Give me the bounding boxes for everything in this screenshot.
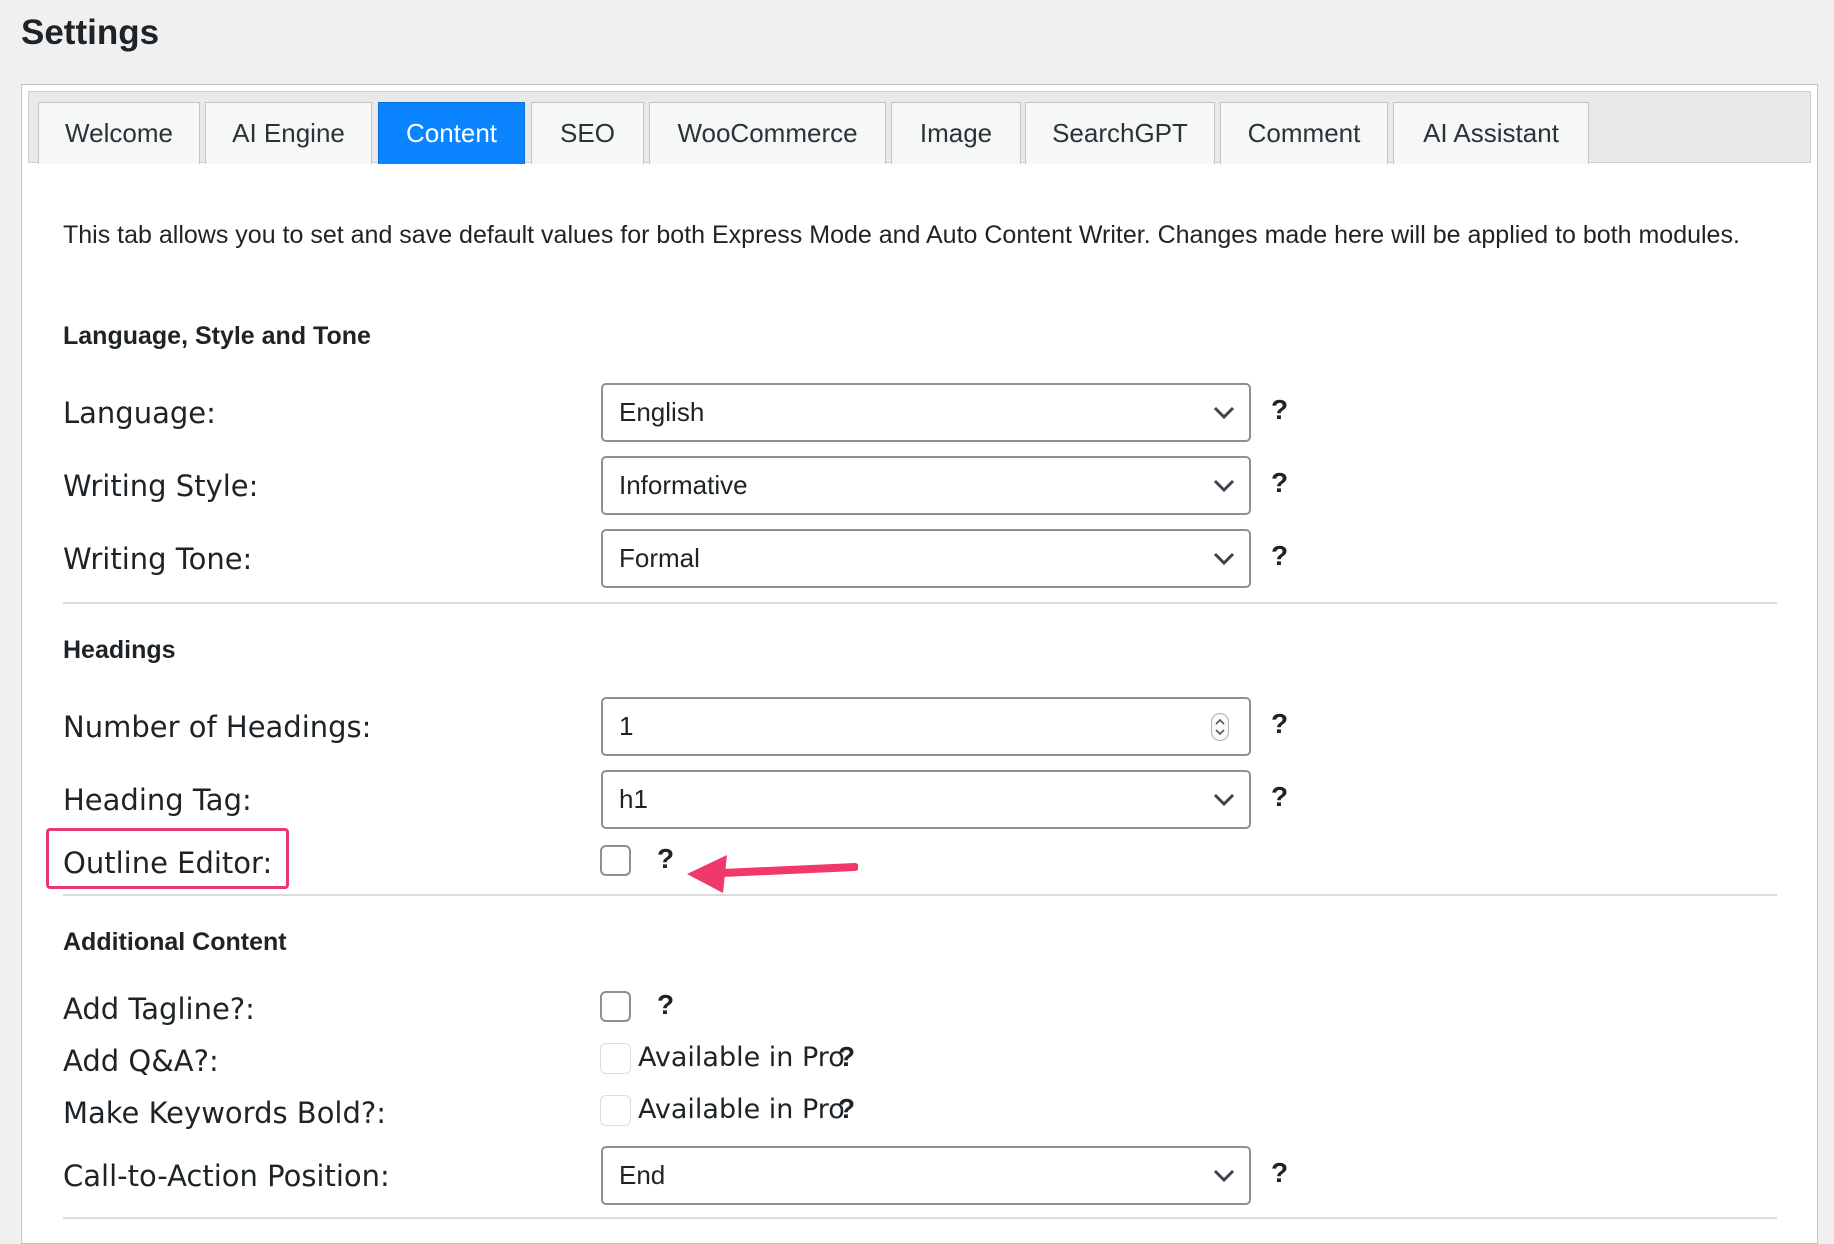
divider [63, 602, 1777, 604]
add-qa-pro-note: Available in Pro [638, 1042, 845, 1073]
number-of-headings-value: 1 [619, 711, 634, 741]
add-qa-label: Add Q&A?: [63, 1044, 219, 1078]
intro-text: This tab allows you to set and save defa… [63, 221, 1740, 249]
tab-comment[interactable]: Comment [1220, 102, 1388, 164]
chevron-down-icon [1213, 1169, 1235, 1182]
tab-seo[interactable]: SEO [531, 102, 644, 164]
tab-bar: Welcome AI Engine Content SEO WooCommerc… [28, 91, 1811, 164]
language-select[interactable]: English [601, 383, 1251, 442]
writing-style-label: Writing Style: [63, 469, 259, 503]
tab-ai-engine[interactable]: AI Engine [205, 102, 372, 164]
cta-position-value: End [619, 1160, 666, 1190]
chevron-down-icon [1213, 406, 1235, 419]
writing-style-value: Informative [619, 470, 748, 500]
tab-searchgpt[interactable]: SearchGPT [1025, 102, 1215, 164]
chevron-down-icon [1213, 793, 1235, 806]
help-icon[interactable]: ? [1271, 467, 1288, 499]
chevron-down-icon [1213, 479, 1235, 492]
keywords-bold-label: Make Keywords Bold?: [63, 1096, 387, 1130]
tab-woocommerce[interactable]: WooCommerce [649, 102, 886, 164]
help-icon[interactable]: ? [1271, 781, 1288, 813]
help-icon[interactable]: ? [1271, 1157, 1288, 1189]
help-icon[interactable]: ? [838, 1093, 855, 1125]
tab-ai-assistant[interactable]: AI Assistant [1393, 102, 1589, 164]
writing-tone-label: Writing Tone: [63, 542, 253, 576]
tab-welcome[interactable]: Welcome [38, 102, 200, 164]
writing-tone-value: Formal [619, 543, 700, 573]
number-of-headings-label: Number of Headings: [63, 710, 372, 744]
settings-panel: Welcome AI Engine Content SEO WooCommerc… [21, 84, 1818, 1244]
section-title-language: Language, Style and Tone [63, 322, 371, 350]
chevron-down-icon [1213, 552, 1235, 565]
number-of-headings-input[interactable]: 1 [601, 697, 1251, 756]
help-icon[interactable]: ? [1271, 394, 1288, 426]
add-tagline-label: Add Tagline?: [63, 992, 255, 1026]
divider [63, 1217, 1777, 1219]
writing-tone-select[interactable]: Formal [601, 529, 1251, 588]
heading-tag-label: Heading Tag: [63, 783, 252, 817]
keywords-bold-checkbox [600, 1095, 631, 1126]
help-icon[interactable]: ? [657, 989, 674, 1021]
spinner-arrows-icon [1215, 718, 1225, 735]
help-icon[interactable]: ? [657, 843, 674, 875]
writing-style-select[interactable]: Informative [601, 456, 1251, 515]
keywords-bold-pro-note: Available in Pro [638, 1094, 845, 1125]
spinner-icon[interactable] [1211, 712, 1229, 741]
help-icon[interactable]: ? [838, 1041, 855, 1073]
annotation-arrow-icon [687, 855, 858, 893]
section-title-headings: Headings [63, 636, 176, 664]
heading-tag-select[interactable]: h1 [601, 770, 1251, 829]
section-title-additional-content: Additional Content [63, 928, 287, 956]
cta-position-label: Call-to-Action Position: [63, 1159, 390, 1193]
divider [63, 894, 1777, 896]
tab-content[interactable]: Content [378, 102, 525, 164]
help-icon[interactable]: ? [1271, 708, 1288, 740]
tab-image[interactable]: Image [891, 102, 1021, 164]
page-title: Settings [21, 13, 160, 52]
add-tagline-checkbox[interactable] [600, 991, 631, 1022]
add-qa-checkbox [600, 1043, 631, 1074]
help-icon[interactable]: ? [1271, 540, 1288, 572]
outline-editor-checkbox[interactable] [600, 845, 631, 876]
heading-tag-value: h1 [619, 784, 648, 814]
outline-editor-label: Outline Editor: [63, 846, 273, 880]
language-value: English [619, 397, 705, 427]
language-label: Language: [63, 396, 216, 430]
cta-position-select[interactable]: End [601, 1146, 1251, 1205]
